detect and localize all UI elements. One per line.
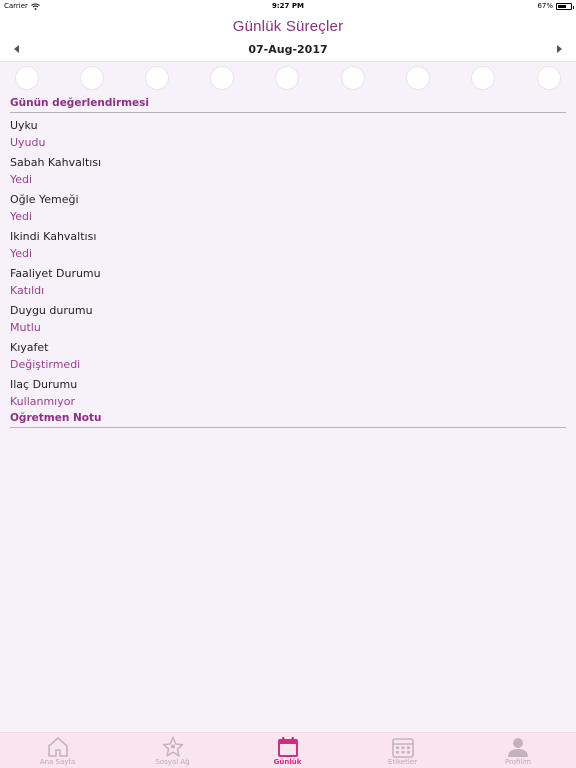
battery-icon	[556, 2, 574, 10]
home-icon	[47, 737, 68, 757]
battery-percent: 67%	[537, 2, 553, 10]
day-circle[interactable]	[275, 66, 299, 90]
tab-label: Profilim	[504, 758, 532, 766]
item-value: Katıldı	[10, 284, 45, 297]
day-circles	[0, 66, 576, 90]
tab-profile[interactable]: Profilim	[460, 733, 576, 768]
chevron-left-icon[interactable]	[14, 45, 19, 53]
item-label: Kıyafet	[10, 341, 49, 354]
list-item: Oğle Yemeği Yedi	[10, 187, 576, 224]
current-date: 07-Aug-2017	[248, 43, 328, 56]
calendar-icon	[277, 737, 298, 757]
tab-label: Etiketler	[387, 758, 418, 766]
item-value: Kullanmıyor	[10, 395, 75, 408]
item-label: Ikindi Kahvaltısı	[10, 230, 97, 243]
item-label: Ilaç Durumu	[10, 378, 78, 391]
tab-social[interactable]: Sosyal Ağ	[115, 733, 230, 768]
day-circle[interactable]	[341, 66, 365, 90]
item-label: Uyku	[10, 119, 38, 132]
tab-home[interactable]: Ana Sayfa	[0, 733, 115, 768]
day-circle[interactable]	[537, 66, 561, 90]
item-label: Duygu durumu	[10, 304, 93, 317]
nav-bar: Günlük Süreçler	[0, 12, 576, 38]
item-value: Yedi	[10, 210, 33, 223]
list-item: Ikindi Kahvaltısı Yedi	[10, 224, 576, 261]
item-label: Sabah Kahvaltısı	[10, 156, 102, 169]
tab-bar: Ana Sayfa Sosyal Ağ Günlük Etiketler Pro…	[0, 732, 576, 768]
status-time: 9:27 PM	[272, 2, 304, 10]
day-circle[interactable]	[406, 66, 430, 90]
day-circle[interactable]	[15, 66, 39, 90]
list-item: Ilaç Durumu Kullanmıyor	[10, 372, 576, 409]
list-item: Duygu durumu Mutlu	[10, 298, 576, 335]
list-item: Faaliyet Durumu Katıldı	[10, 261, 576, 298]
status-bar: Carrier 9:27 PM 67%	[0, 0, 576, 12]
day-circle[interactable]	[80, 66, 104, 90]
tab-label: Sosyal Ağ	[155, 758, 190, 766]
item-value: Yedi	[10, 173, 33, 186]
teacher-note-header: Oğretmen Notu	[10, 409, 566, 428]
evaluation-list: Uyku Uyudu Sabah Kahvaltısı Yedi Oğle Ye…	[10, 113, 576, 409]
star-icon	[162, 736, 183, 757]
calendar-grid-icon	[391, 738, 414, 758]
list-item: Kıyafet Değiştirmedi	[10, 335, 576, 372]
profile-icon	[508, 738, 528, 757]
item-label: Faaliyet Durumu	[10, 267, 101, 280]
day-circle[interactable]	[145, 66, 169, 90]
day-circle[interactable]	[210, 66, 234, 90]
battery-info: 67%	[537, 2, 574, 10]
item-label: Oğle Yemeği	[10, 193, 79, 206]
date-navigator: 07-Aug-2017	[0, 38, 576, 62]
tab-label: Günlük	[273, 758, 302, 766]
evaluation-header: Günün değerlendirmesi	[10, 94, 566, 113]
day-circle[interactable]	[471, 66, 495, 90]
list-item: Uyku Uyudu	[10, 113, 576, 150]
tab-daily[interactable]: Günlük	[230, 733, 345, 768]
item-value: Değiştirmedi	[10, 358, 81, 371]
tab-label: Ana Sayfa	[39, 758, 76, 766]
chevron-right-icon[interactable]	[557, 45, 562, 53]
list-item: Sabah Kahvaltısı Yedi	[10, 150, 576, 187]
daily-report: Günün değerlendirmesi Uyku Uyudu Sabah K…	[0, 94, 576, 428]
item-value: Uyudu	[10, 136, 46, 149]
item-value: Mutlu	[10, 321, 41, 334]
tab-tags[interactable]: Etiketler	[345, 733, 460, 768]
item-value: Yedi	[10, 247, 33, 260]
